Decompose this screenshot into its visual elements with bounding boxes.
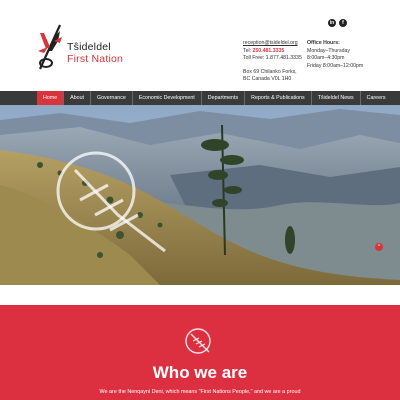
tollfree-line: Toll Free: 1.877.481.3335 (243, 55, 302, 62)
office-hours-line1: Monday–Thursday (307, 47, 350, 54)
scroll-to-top-button[interactable]: ^ (375, 243, 383, 251)
address-line1: Box 69 Chilanko Forks, (243, 68, 297, 75)
nav-item-news[interactable]: Tŝideldel News (310, 91, 360, 105)
section-title: Who we are (152, 363, 248, 382)
site-header: Tŝideldel First Nation in f reception@ts… (0, 0, 400, 91)
linkedin-icon[interactable]: in (328, 19, 336, 27)
nav-item-governance[interactable]: Governance (89, 91, 132, 105)
office-hours: Office Hours: Monday–Thursday 8:00am–4:3… (307, 40, 363, 70)
feather-logo-icon[interactable] (34, 21, 66, 71)
brand-name-line2[interactable]: First Nation (67, 53, 123, 65)
office-hours-line3: Friday 8:00am–12:00pm (307, 62, 364, 69)
nav-item-home[interactable]: Home (37, 91, 64, 105)
canyon-landscape-image (0, 105, 400, 285)
nav-item-careers[interactable]: Careers (359, 91, 392, 105)
office-hours-title: Office Hours: (307, 40, 340, 46)
section-intro-text: We are the Nenqayni Deni, which means "F… (99, 389, 301, 395)
facebook-icon[interactable]: f (339, 19, 347, 27)
tel-line: Tel: 250.481.3335 (243, 48, 302, 56)
nav-item-about[interactable]: About (63, 91, 90, 105)
nav-item-reports-publications[interactable]: Reports & Publications (244, 91, 311, 105)
nav-item-economic-development[interactable]: Economic Development (131, 91, 201, 105)
email-link[interactable]: reception@tsideldel.org (243, 40, 302, 48)
office-hours-line2: 8:00am–4:30pm (307, 55, 345, 62)
who-we-are-section: Who we are We are the Nenqayni Deni, whi… (0, 305, 400, 400)
address-line2: BC Canada V0L 1H0 (243, 76, 292, 83)
tel-number[interactable]: 250.481.3335 (253, 48, 285, 54)
contact-info: reception@tsideldel.org Tel: 250.481.333… (243, 40, 302, 84)
feather-icon (185, 328, 211, 354)
tel-label: Tel: (243, 47, 252, 54)
hero-image (0, 105, 400, 285)
nav-item-departments[interactable]: Departments (200, 91, 244, 105)
main-nav: Home About Governance Economic Developme… (0, 91, 400, 105)
social-links: in f (328, 19, 347, 27)
brand-name-line1[interactable]: Tŝideldel (67, 41, 111, 53)
